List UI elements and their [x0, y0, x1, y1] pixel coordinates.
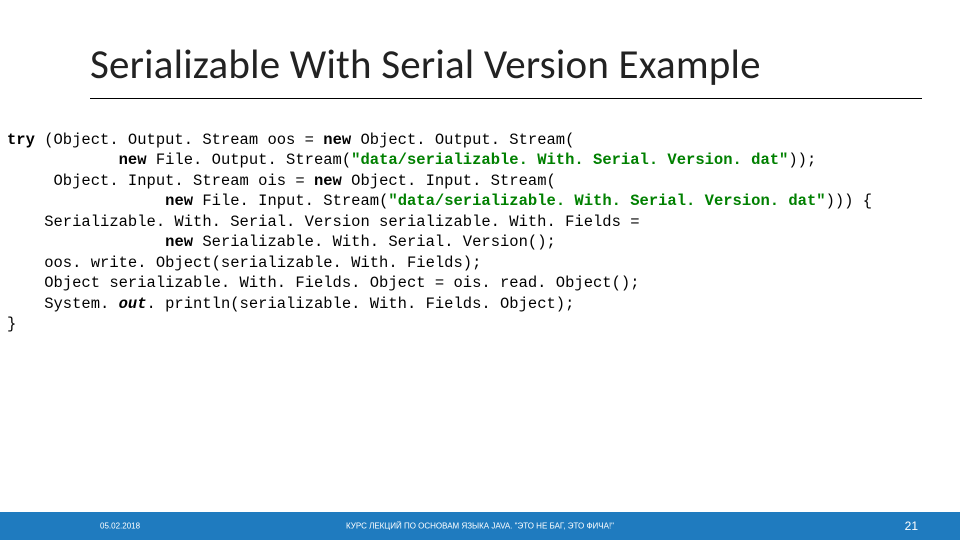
footer-caption: КУРС ЛЕКЦИЙ ПО ОСНОВАМ ЯЗЫКА JAVA. "ЭТО …	[346, 522, 614, 531]
footer-date: 05.02.2018	[100, 522, 140, 531]
code-text: File. Output. Stream(	[147, 151, 352, 169]
slide-title: Serializable With Serial Version Example	[90, 40, 920, 90]
code-text: System.	[7, 295, 119, 313]
footer-bar: 05.02.2018 КУРС ЛЕКЦИЙ ПО ОСНОВАМ ЯЗЫКА …	[0, 512, 960, 540]
code-text: }	[7, 315, 16, 333]
string-literal: "data/serializable. With. Serial. Versio…	[351, 151, 788, 169]
code-text: Object. Input. Stream(	[342, 172, 556, 190]
kw-new: new	[119, 151, 147, 169]
code-text: Object. Input. Stream ois =	[7, 172, 314, 190]
string-literal: "data/serializable. With. Serial. Versio…	[388, 192, 825, 210]
page-number: 21	[905, 519, 918, 533]
code-text: Serializable. With. Serial. Version seri…	[7, 213, 640, 231]
code-text	[7, 192, 165, 210]
kw-new: new	[165, 192, 193, 210]
static-out: out	[119, 295, 147, 313]
code-text: File. Input. Stream(	[193, 192, 388, 210]
code-text: oos. write. Object(serializable. With. F…	[7, 254, 481, 272]
code-text: ))) {	[826, 192, 873, 210]
code-text: (Object. Output. Stream oos =	[35, 131, 323, 149]
code-text: Object. Output. Stream(	[351, 131, 574, 149]
code-text	[7, 151, 119, 169]
kw-try: try	[7, 131, 35, 149]
code-text: Object serializable. With. Fields. Objec…	[7, 274, 640, 292]
kw-new: new	[314, 172, 342, 190]
code-block: try (Object. Output. Stream oos = new Ob…	[7, 130, 955, 335]
title-underline	[90, 98, 922, 99]
code-text: . println(serializable. With. Fields. Ob…	[147, 295, 575, 313]
code-text	[7, 233, 165, 251]
code-text: Serializable. With. Serial. Version();	[193, 233, 556, 251]
kw-new: new	[165, 233, 193, 251]
kw-new: new	[323, 131, 351, 149]
code-text: ));	[788, 151, 816, 169]
